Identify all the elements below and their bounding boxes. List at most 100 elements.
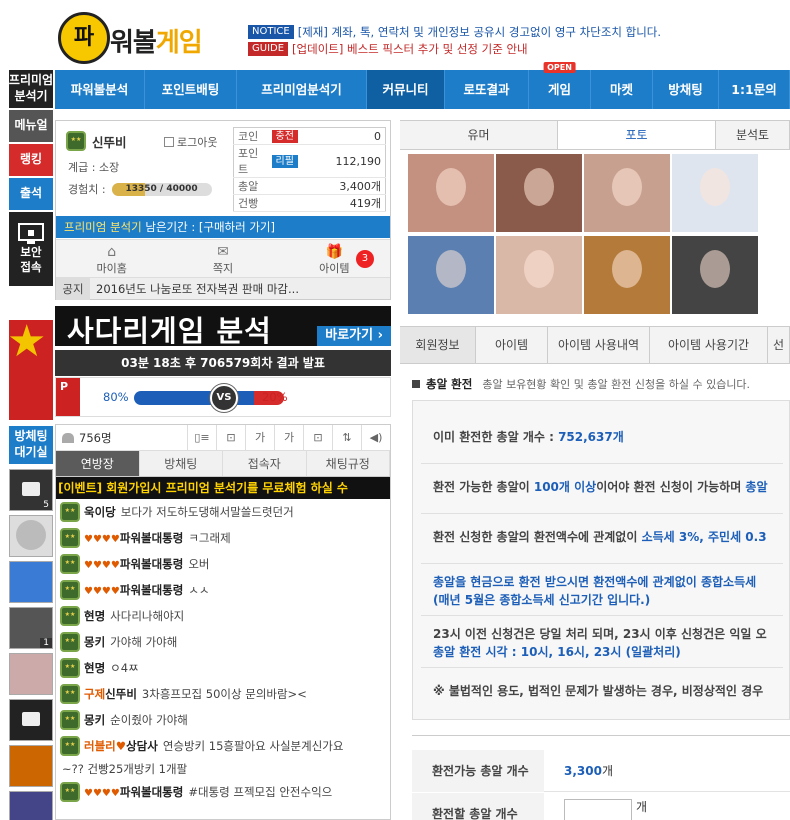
photo-thumb[interactable] [496, 236, 582, 314]
bj-room-thumb[interactable]: 5 [9, 469, 53, 511]
photo-thumb[interactable] [672, 154, 758, 232]
user-stat-row: 총알 3,400개 [233, 177, 386, 195]
info-income-tax: 총알을 현금으로 환전 받으시면 환전액수에 관계없이 종합소득세 (매년 5월은… [433, 575, 757, 607]
bj-room-thumb[interactable]: 1 [9, 607, 53, 649]
ladder-go-button[interactable]: 바로가기 › [317, 326, 391, 346]
photo-thumb[interactable] [408, 154, 494, 232]
bj-room-thumb[interactable] [9, 653, 53, 695]
nav-item[interactable]: 프리미엄분석기 [237, 70, 367, 109]
nav-item[interactable]: 커뮤니티 [367, 70, 445, 109]
chat-nick[interactable]: ♥♥♥♥파워볼대통령 [84, 582, 183, 598]
user-name: 신뚜비 [92, 134, 127, 150]
exchange-form: 환전가능 총알 개수 3,300개 환전할 총알 개수 개 [412, 735, 790, 820]
site-logo[interactable]: 파 워볼게임 [58, 10, 230, 66]
bj-room-thumb[interactable] [9, 791, 53, 820]
photo-thumb[interactable] [496, 154, 582, 232]
nav-item[interactable]: 로또결과 [445, 70, 529, 109]
user-shortcuts: ⌂ 마이홈 ✉ 쪽지 🎁 아이템 3 [56, 239, 390, 277]
premium-analyzer-button[interactable]: 프리미엄 분석기 [9, 70, 53, 108]
premium-period-row[interactable]: 프리미엄 분석기 남은기간 : [구매하러 가기] [56, 216, 390, 238]
level-icon [60, 580, 80, 600]
board-tab[interactable]: 분석토 [716, 121, 790, 149]
myhome-button[interactable]: ⌂ 마이홈 [56, 240, 167, 277]
photo-thumb[interactable] [408, 236, 494, 314]
photo-thumb[interactable] [584, 236, 670, 314]
notice-row[interactable]: NOTICE [제재] 계좌, 톡, 연락처 및 개인정보 공유시 경고없이 영… [248, 24, 661, 40]
board-tab[interactable]: 유머 [400, 121, 558, 149]
chat-nick[interactable]: 욱이당 [84, 504, 116, 520]
bj-room-thumb[interactable] [9, 699, 53, 741]
bj-room-thumb[interactable] [9, 561, 53, 603]
chat-panel: 756명 ▯≡ ⊡ 가 가 ⊡ ⇅ ◀) 연방장 방채팅 접속자 채팅규정 [이벤트] 회원가입시… [55, 424, 391, 820]
member-tab[interactable]: 회원정보 [400, 327, 476, 363]
manual-button[interactable]: 메뉴얼 [9, 110, 53, 142]
chat-tool-icon[interactable]: 가 [274, 425, 303, 451]
chat-nick[interactable]: ♥♥♥♥파워볼대통령 [84, 784, 183, 800]
chat-tab[interactable]: 채팅규정 [306, 451, 390, 476]
chat-tool-icon[interactable]: ⊡ [216, 425, 245, 451]
chat-tool-icon[interactable]: ◀) [361, 425, 390, 451]
user-panel: 신뚜비 로그아웃 계급 : 소장 경험치 : 13350 / 40000 코인충… [55, 120, 391, 300]
member-tab[interactable]: 선 [768, 327, 790, 363]
chat-tab[interactable]: 방채팅 [139, 451, 223, 476]
nav-item[interactable]: 게임 OPEN [529, 62, 591, 109]
chat-message: 현명사다리나해야지 [56, 603, 390, 629]
item-button[interactable]: 🎁 아이템 3 [279, 240, 390, 277]
ladder-p-mark: P [56, 378, 80, 416]
chat-tool-icon[interactable]: 가 [245, 425, 274, 451]
bj-lobby-button[interactable]: 방체팅 대기실 [9, 426, 53, 464]
guide-link[interactable]: [업데이트] 베스트 픽스터 추가 및 선정 기준 안내 [292, 41, 528, 57]
level-icon [60, 632, 80, 652]
photo-thumb[interactable] [672, 236, 758, 314]
secure-access-button[interactable]: 보안 접속 [9, 212, 53, 286]
chat-tool-icon[interactable]: ⊡ [303, 425, 332, 451]
board-tab[interactable]: 포토 [558, 121, 716, 149]
notice-link[interactable]: [제재] 계좌, 톡, 연락처 및 개인정보 공유시 경고없이 영구 차단조치 … [298, 24, 661, 40]
logo-mark: 파 [58, 12, 110, 64]
message-button[interactable]: ✉ 쪽지 [167, 240, 278, 277]
ladder-game-banner[interactable]: 사다리게임 분석 바로가기 › [55, 306, 391, 346]
chat-tab[interactable]: 연방장 [56, 451, 140, 476]
attendance-button[interactable]: 출석 [9, 178, 53, 210]
chat-nick[interactable]: ♥♥♥♥파워볼대통령 [84, 530, 183, 546]
square-icon [412, 380, 420, 388]
lock-icon [22, 712, 40, 726]
chat-nick[interactable]: 몽키 [84, 634, 105, 650]
left-percent: 80% [103, 390, 129, 404]
chat-tool-icon[interactable]: ⇅ [332, 425, 361, 451]
user-notice-row[interactable]: 공지 2016년도 나눔로또 전자복권 판매 마감... [56, 277, 390, 300]
stat-action[interactable] [267, 194, 314, 212]
ranking-button[interactable]: 랭킹 [9, 144, 53, 176]
chat-tool-icon[interactable]: ▯≡ [187, 425, 216, 451]
guide-row[interactable]: GUIDE [업데이트] 베스트 픽스터 추가 및 선정 기준 안내 [248, 41, 528, 57]
member-tab[interactable]: 아이템 [476, 327, 548, 363]
nav-item[interactable]: 방채팅 [653, 70, 719, 109]
nav-item[interactable]: 파워볼분석 [55, 70, 145, 109]
nav-item[interactable]: 포인트배팅 [145, 70, 237, 109]
chat-nick[interactable]: 러블리♥상담사 [84, 738, 158, 754]
stat-action[interactable]: 충전 [267, 127, 314, 145]
member-tab[interactable]: 아이템 사용내역 [548, 327, 650, 363]
stat-action[interactable] [267, 177, 314, 195]
star-badge: ★ [9, 320, 53, 420]
exchange-amount-input[interactable] [564, 799, 632, 820]
chat-user-count: 756명 [79, 430, 112, 445]
chat-nick[interactable]: ♥♥♥♥파워볼대통령 [84, 556, 183, 572]
bj-room-thumb[interactable] [9, 745, 53, 787]
member-tab[interactable]: 아이템 사용기간 [650, 327, 768, 363]
chat-message: ♥♥♥♥파워볼대통령오버 [56, 551, 390, 577]
nav-item[interactable]: 마켓 [591, 70, 653, 109]
chat-nick[interactable]: 구제신뚜비 [84, 686, 137, 702]
bj-room-thumb[interactable] [9, 515, 53, 557]
stat-action[interactable]: 리필 [267, 144, 314, 178]
chat-nick[interactable]: 현명 [84, 660, 105, 676]
chat-toolbar: 756명 ▯≡ ⊡ 가 가 ⊡ ⇅ ◀) [56, 425, 390, 451]
nav-item[interactable]: 1:1문의 [719, 70, 790, 109]
chat-event-banner[interactable]: [이벤트] 회원가입시 프리미엄 분석기를 무료체험 하실 수 [56, 477, 390, 499]
logout-button[interactable]: 로그아웃 [164, 134, 217, 150]
home-icon: ⌂ [107, 244, 117, 260]
chat-nick[interactable]: 몽키 [84, 712, 105, 728]
chat-nick[interactable]: 현명 [84, 608, 105, 624]
photo-thumb[interactable] [584, 154, 670, 232]
chat-tab[interactable]: 접속자 [223, 451, 307, 476]
